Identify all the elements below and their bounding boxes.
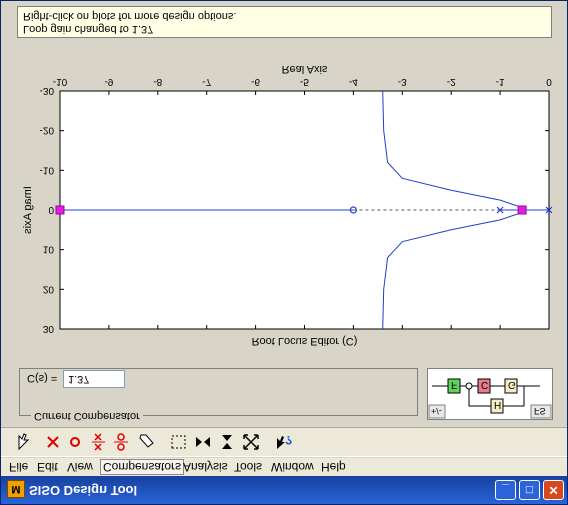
zoom-y-icon[interactable]: [217, 432, 237, 452]
y-tick-label: -10: [40, 164, 55, 175]
x-tick-label: -3: [398, 76, 407, 87]
closed-loop-pole-2: [517, 205, 527, 215]
x-axis-label: Real Axis: [282, 63, 328, 75]
x-tick-label: -4: [349, 76, 358, 87]
menu-view[interactable]: View: [67, 460, 93, 474]
eraser-icon[interactable]: [137, 432, 157, 452]
feedback-structure-label[interactable]: FS: [534, 406, 546, 416]
minimize-button[interactable]: _: [495, 480, 516, 500]
toolbar: ?: [1, 427, 567, 457]
block-f-label: F: [451, 379, 457, 390]
title-bar[interactable]: M SISO Design Tool _ □ ✕: [1, 476, 567, 504]
pointer-icon[interactable]: [13, 432, 33, 452]
block-g-label: G: [508, 379, 516, 390]
add-real-zero-icon[interactable]: [65, 432, 85, 452]
y-axis-label: Imag Axis: [22, 186, 34, 234]
matlab-app-icon: M: [7, 480, 25, 498]
menu-compensators[interactable]: Compensators: [100, 459, 185, 475]
x-tick-label: -6: [251, 76, 260, 87]
status-bar: Loop gain changed to 1.37 Right-click on…: [17, 6, 552, 38]
maximize-button[interactable]: □: [519, 480, 540, 500]
y-tick-label: -20: [40, 125, 55, 136]
menu-tools[interactable]: Tools: [234, 460, 262, 474]
zoom-x-icon[interactable]: [193, 432, 213, 452]
compensator-gain-field[interactable]: 1.37: [63, 370, 125, 388]
close-button[interactable]: ✕: [543, 480, 564, 500]
menu-edit[interactable]: Edit: [37, 460, 58, 474]
add-complex-pole-icon[interactable]: [89, 432, 109, 452]
x-tick-label: 0: [546, 76, 552, 87]
menu-window[interactable]: Window: [271, 460, 314, 474]
y-tick-label: 30: [43, 323, 55, 334]
add-complex-zero-icon[interactable]: [111, 432, 131, 452]
x-tick-label: -5: [300, 76, 309, 87]
compensator-label: C(s) =: [27, 372, 58, 384]
fit-icon[interactable]: [241, 432, 261, 452]
root-locus-plot[interactable]: Root Locus Editor (C) 30 20 10 0 -10 -20 -3 0 -10…: [1, 38, 567, 354]
x-tick-label: -10: [53, 76, 68, 87]
x-tick-label: -8: [153, 76, 162, 87]
status-line-2: Right-click on plots for more design opt…: [23, 10, 237, 22]
svg-text:?: ?: [285, 433, 292, 447]
block-c-label: C: [481, 379, 488, 390]
current-compensator-title: Current Compensator: [31, 410, 143, 422]
closed-loop-pole-1: [55, 205, 65, 215]
whats-this-icon[interactable]: ?: [273, 432, 293, 452]
y-tick-label: 10: [43, 244, 55, 255]
root-locus-editor[interactable]: Root Locus Editor (C) 30 20 10 0 -10 -20 -3 0 -10…: [1, 33, 567, 354]
menu-help[interactable]: Help: [321, 460, 346, 474]
y-tick-label: 20: [43, 283, 55, 294]
plot-title: Root Locus Editor (C): [252, 335, 358, 347]
add-real-pole-icon[interactable]: [43, 432, 63, 452]
architecture-diagram[interactable]: +/- FS F C G H: [427, 368, 553, 420]
x-tick-label: -7: [202, 76, 211, 87]
block-h-label: H: [494, 399, 501, 410]
menu-bar: File Edit View Compensators Analysis Too…: [1, 458, 567, 476]
y-tick-label: 0: [48, 204, 54, 215]
x-tick-label: -9: [104, 76, 113, 87]
menu-analysis[interactable]: Analysis: [183, 460, 228, 474]
x-tick-label: -2: [447, 76, 456, 87]
siso-design-tool-window: M SISO Design Tool _ □ ✕ File Edit View …: [0, 0, 568, 505]
status-line-1: Loop gain changed to 1.37: [23, 23, 154, 35]
x-tick-label: -1: [496, 76, 505, 87]
summing-junction: [465, 382, 473, 390]
menu-file[interactable]: File: [9, 460, 28, 474]
sign-toggle-label[interactable]: +/-: [431, 406, 442, 416]
window-title: SISO Design Tool: [29, 483, 138, 498]
zoom-box-icon[interactable]: [169, 432, 189, 452]
